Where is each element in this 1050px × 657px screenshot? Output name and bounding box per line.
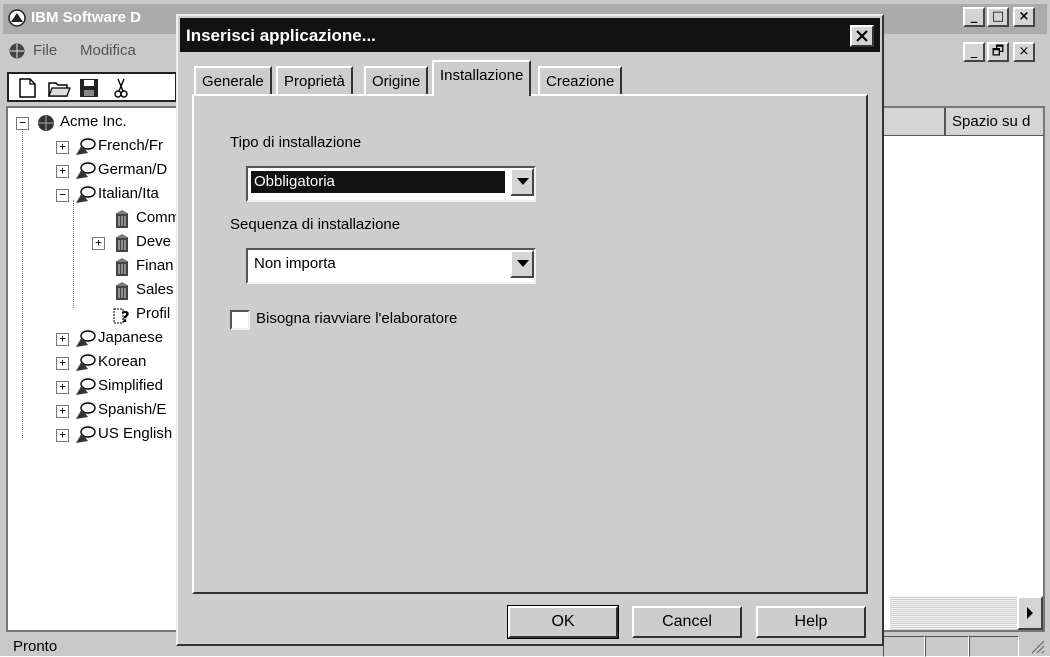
new-document-icon[interactable]	[15, 77, 39, 99]
collapse-icon[interactable]: −	[16, 117, 29, 130]
install-type-label: Tipo di installazione	[230, 134, 362, 151]
toolbar-frame	[7, 72, 177, 102]
dialog-close-button[interactable]	[850, 25, 874, 47]
speech-bubble-icon	[76, 186, 96, 203]
resize-grip-icon[interactable]	[1027, 636, 1045, 654]
tree-item-label: French/Fr	[98, 137, 164, 154]
tab-proprieta[interactable]: Proprietà	[276, 66, 353, 94]
list-header: Spazio su d	[880, 108, 1043, 136]
cut-scissors-icon[interactable]	[109, 77, 133, 99]
minimize-button[interactable]: _	[963, 7, 985, 27]
expand-icon[interactable]: +	[56, 165, 69, 178]
reboot-checkbox[interactable]	[230, 310, 250, 330]
help-button[interactable]: Help	[756, 606, 866, 638]
maximize-button[interactable]: □	[987, 7, 1009, 27]
tree-item-label: Korean	[98, 353, 147, 370]
column-header-space[interactable]: Spazio su d	[952, 113, 1030, 130]
status-cell	[925, 636, 969, 657]
install-type-value: Obbligatoria	[251, 171, 505, 193]
column-separator[interactable]	[944, 108, 946, 136]
tab-generale[interactable]: Generale	[194, 66, 272, 94]
expand-icon[interactable]: +	[56, 429, 69, 442]
dialog-title-bar[interactable]: Inserisci applicazione...	[180, 18, 880, 52]
tree-item-label: Simplified	[98, 377, 164, 394]
expand-icon[interactable]: +	[56, 405, 69, 418]
close-button[interactable]: ×	[1013, 7, 1035, 27]
dialog-title: Inserisci applicazione...	[186, 26, 376, 45]
mdi-close-button[interactable]: ×	[1013, 42, 1035, 62]
status-cell	[883, 636, 925, 657]
ok-button[interactable]: OK	[507, 605, 619, 639]
status-text: Pronto	[13, 638, 58, 655]
tree-item-label: Comm	[136, 209, 180, 226]
tree-view[interactable]: − Acme Inc. + French/Fr + German/D − Ita…	[6, 106, 180, 632]
expand-icon[interactable]: +	[92, 237, 105, 250]
speech-bubble-icon	[76, 138, 96, 155]
main-window-title: IBM Software D	[31, 9, 142, 26]
tree-item-label: German/D	[98, 161, 168, 178]
close-icon	[856, 30, 868, 42]
scroll-right-button[interactable]	[1017, 596, 1043, 630]
question-profile-icon: ?	[113, 308, 130, 325]
install-sequence-label: Sequenza di installazione	[230, 216, 401, 233]
tree-item-label: Acme Inc.	[60, 113, 127, 130]
tab-origine[interactable]: Origine	[364, 66, 429, 94]
dropdown-button[interactable]	[510, 168, 534, 196]
building-icon	[115, 282, 129, 300]
install-sequence-value: Non importa	[254, 255, 336, 272]
speech-bubble-icon	[76, 162, 96, 179]
document-globe-icon[interactable]	[7, 41, 27, 61]
tree-item-label: Finan	[136, 257, 174, 274]
tree-connector	[73, 200, 74, 308]
insert-application-dialog: Inserisci applicazione... Generale Propr…	[176, 14, 884, 646]
building-icon	[115, 234, 129, 252]
app-logo-icon	[8, 9, 26, 27]
tree-item-label: Deve	[136, 233, 172, 250]
speech-bubble-icon	[76, 378, 96, 395]
tab-creazione[interactable]: Creazione	[538, 66, 623, 94]
mdi-restore-button[interactable]: 🗗	[987, 42, 1009, 62]
arrow-right-icon	[1027, 607, 1033, 619]
chevron-down-icon	[517, 260, 529, 267]
dropdown-button[interactable]	[510, 250, 534, 278]
install-sequence-select[interactable]: Non importa	[246, 248, 536, 284]
status-cell	[969, 636, 1019, 657]
install-type-select[interactable]: Obbligatoria	[246, 166, 536, 202]
tree-item-label: US English	[98, 425, 173, 442]
horizontal-scrollbar-track[interactable]	[890, 596, 1017, 630]
svg-text:?: ?	[121, 308, 130, 325]
speech-bubble-icon	[76, 354, 96, 371]
speech-bubble-icon	[76, 402, 96, 419]
tree-item-label: Sales	[136, 281, 174, 298]
globe-icon	[38, 115, 54, 131]
collapse-icon[interactable]: −	[56, 189, 69, 202]
cancel-button[interactable]: Cancel	[632, 606, 742, 638]
save-disk-icon[interactable]	[77, 77, 101, 99]
menu-file[interactable]: File	[33, 42, 57, 59]
expand-icon[interactable]: +	[56, 333, 69, 346]
detail-list-view[interactable]: Spazio su d	[880, 106, 1045, 632]
expand-icon[interactable]: +	[56, 381, 69, 394]
tab-panel-installazione: Tipo di installazione Obbligatoria Seque…	[192, 94, 868, 594]
mdi-minimize-button[interactable]: _	[963, 42, 985, 62]
tree-connector	[22, 124, 23, 438]
chevron-down-icon	[517, 178, 529, 185]
expand-icon[interactable]: +	[56, 357, 69, 370]
speech-bubble-icon	[76, 426, 96, 443]
tree-item-label: Japanese	[98, 329, 164, 346]
tree-item-label: Profil	[136, 305, 171, 322]
menu-modifica[interactable]: Modifica	[80, 42, 136, 59]
tree-item-label: Italian/Ita	[98, 185, 159, 202]
open-folder-icon[interactable]	[47, 77, 71, 99]
tab-installazione[interactable]: Installazione	[432, 60, 532, 96]
speech-bubble-icon	[76, 330, 96, 347]
reboot-checkbox-label[interactable]: Bisogna riavviare l'elaboratore	[256, 310, 457, 327]
expand-icon[interactable]: +	[56, 141, 69, 154]
tree-item-label: Spanish/E	[98, 401, 167, 418]
building-icon	[115, 210, 129, 228]
building-icon	[115, 258, 129, 276]
